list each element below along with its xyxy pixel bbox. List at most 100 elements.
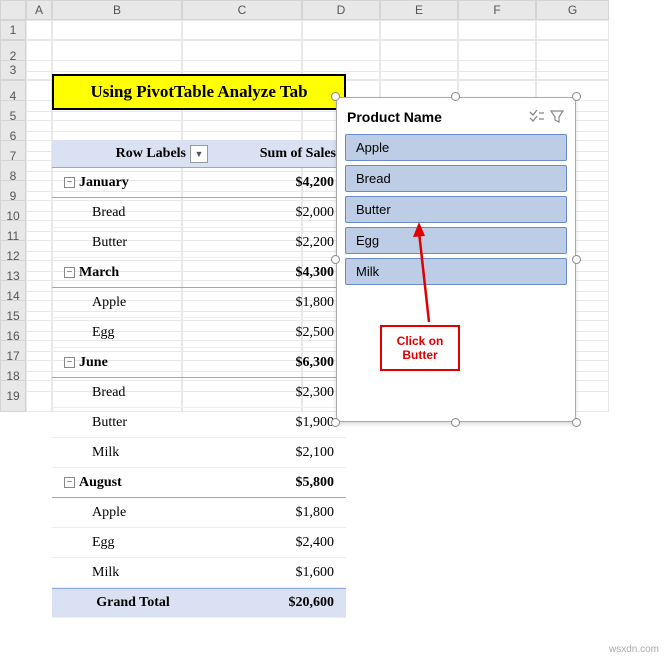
pivot-row[interactable]: Bread $2,300 xyxy=(52,378,346,408)
pivot-label-cell[interactable]: Bread xyxy=(52,205,214,221)
grid-cell[interactable] xyxy=(536,20,609,40)
pivot-table[interactable]: Row Labels ▼ Sum of Sales −January$4,200… xyxy=(52,140,346,618)
pivot-label-cell[interactable]: −June xyxy=(52,355,214,371)
resize-handle-icon[interactable] xyxy=(572,92,581,101)
slicer-item[interactable]: Apple xyxy=(345,134,567,161)
pivot-label-text: Bread xyxy=(92,385,125,401)
grid-cell[interactable] xyxy=(458,20,536,40)
pivot-label-cell[interactable]: Butter xyxy=(52,235,214,251)
grid-cell[interactable] xyxy=(182,20,302,40)
pivot-label-cell[interactable]: Bread xyxy=(52,385,214,401)
pivot-value-cell[interactable]: $4,200 xyxy=(214,175,346,191)
pivot-label-text: Apple xyxy=(92,505,126,521)
pivot-value-cell[interactable]: $1,900 xyxy=(214,415,346,431)
collapse-icon[interactable]: − xyxy=(64,177,75,188)
pivot-value-cell[interactable]: $1,800 xyxy=(214,505,346,521)
row-header[interactable]: 3 xyxy=(0,60,26,80)
pivot-label-cell[interactable]: Egg xyxy=(52,535,214,551)
grid-cell[interactable] xyxy=(380,60,458,80)
pivot-label-text: August xyxy=(79,475,122,491)
pivot-value-cell[interactable]: $6,300 xyxy=(214,355,346,371)
pivot-value-cell[interactable]: $2,100 xyxy=(214,445,346,461)
pivot-row[interactable]: −March$4,300 xyxy=(52,258,346,288)
row-labels-header: Row Labels ▼ xyxy=(52,140,214,167)
pivot-row[interactable]: Apple$1,800 xyxy=(52,288,346,318)
slicer-item[interactable]: Milk xyxy=(345,258,567,285)
pivot-row[interactable]: Milk$2,100 xyxy=(52,438,346,468)
pivot-value-cell[interactable]: $2,500 xyxy=(214,325,346,341)
pivot-label-cell[interactable]: −August xyxy=(52,475,214,491)
pivot-label-cell[interactable]: −March xyxy=(52,265,214,281)
pivot-value-cell[interactable]: $2,000 xyxy=(214,205,346,221)
pivot-value-cell[interactable]: $2,300 xyxy=(214,385,346,401)
pivot-value-cell[interactable]: $20,600 xyxy=(214,595,346,611)
row-header[interactable]: 1 xyxy=(0,20,26,40)
pivot-label-cell[interactable]: Milk xyxy=(52,445,214,461)
resize-handle-icon[interactable] xyxy=(331,255,340,264)
grid-cell[interactable] xyxy=(52,20,182,40)
multi-select-icon[interactable] xyxy=(527,110,547,124)
column-header[interactable] xyxy=(0,0,26,20)
pivot-label-text: June xyxy=(79,355,108,371)
pivot-row[interactable]: Bread$2,000 xyxy=(52,198,346,228)
pivot-row[interactable]: Egg$2,500 xyxy=(52,318,346,348)
pivot-value-cell[interactable]: $4,300 xyxy=(214,265,346,281)
pivot-value-cell[interactable]: $1,800 xyxy=(214,295,346,311)
pivot-row[interactable]: Butter $1,900 xyxy=(52,408,346,438)
pivot-row[interactable]: −January$4,200 xyxy=(52,168,346,198)
column-header[interactable]: A xyxy=(26,0,52,20)
filter-dropdown-icon[interactable]: ▼ xyxy=(190,145,208,163)
pivot-row[interactable]: −August$5,800 xyxy=(52,468,346,498)
grid-cell[interactable] xyxy=(302,20,380,40)
pivot-row[interactable]: Milk$1,600 xyxy=(52,558,346,588)
pivot-label-cell[interactable]: Butter xyxy=(52,415,214,431)
resize-handle-icon[interactable] xyxy=(572,418,581,427)
column-header[interactable]: C xyxy=(182,0,302,20)
slicer-item[interactable]: Egg xyxy=(345,227,567,254)
pivot-label-cell[interactable]: Egg xyxy=(52,325,214,341)
resize-handle-icon[interactable] xyxy=(331,92,340,101)
pivot-value-cell[interactable]: $2,200 xyxy=(214,235,346,251)
column-header[interactable]: G xyxy=(536,0,609,20)
row-header[interactable]: 19 xyxy=(0,380,26,412)
pivot-label-cell[interactable]: Grand Total xyxy=(52,595,214,611)
pivot-value-cell[interactable]: $2,400 xyxy=(214,535,346,551)
column-header[interactable]: E xyxy=(380,0,458,20)
resize-handle-icon[interactable] xyxy=(572,255,581,264)
grid-cell[interactable] xyxy=(380,20,458,40)
column-header[interactable]: D xyxy=(302,0,380,20)
pivot-label-text: Butter xyxy=(92,415,127,431)
callout-box: Click on Butter xyxy=(380,325,460,371)
column-header[interactable]: F xyxy=(458,0,536,20)
resize-handle-icon[interactable] xyxy=(451,92,460,101)
grid-cell[interactable] xyxy=(458,60,536,80)
pivot-row[interactable]: −June$6,300 xyxy=(52,348,346,378)
pivot-row[interactable]: Egg$2,400 xyxy=(52,528,346,558)
resize-handle-icon[interactable] xyxy=(331,418,340,427)
grid-cell[interactable] xyxy=(536,60,609,80)
collapse-icon[interactable]: − xyxy=(64,477,75,488)
pivot-label-cell[interactable]: Apple xyxy=(52,505,214,521)
pivot-label-cell[interactable]: Milk xyxy=(52,565,214,581)
collapse-icon[interactable]: − xyxy=(64,357,75,368)
pivot-value-cell[interactable]: $5,800 xyxy=(214,475,346,491)
slicer-item[interactable]: Butter xyxy=(345,196,567,223)
pivot-row[interactable]: Grand Total$20,600 xyxy=(52,588,346,618)
pivot-value-cell[interactable]: $1,600 xyxy=(214,565,346,581)
column-header[interactable]: B xyxy=(52,0,182,20)
grid-cell[interactable] xyxy=(26,60,52,80)
resize-handle-icon[interactable] xyxy=(451,418,460,427)
pivot-label-cell[interactable]: Apple xyxy=(52,295,214,311)
pivot-label-cell[interactable]: −January xyxy=(52,175,214,191)
slicer-item[interactable]: Bread xyxy=(345,165,567,192)
pivot-label-text: January xyxy=(79,175,129,191)
grid-cell[interactable] xyxy=(26,20,52,40)
grid-cell[interactable] xyxy=(26,380,52,412)
product-slicer: Product Name AppleBreadButterEggMilk xyxy=(336,97,576,422)
slicer-container[interactable]: Product Name AppleBreadButterEggMilk xyxy=(336,97,576,422)
collapse-icon[interactable]: − xyxy=(64,267,75,278)
pivot-row[interactable]: Apple $1,800 xyxy=(52,498,346,528)
pivot-row[interactable]: Butter$2,200 xyxy=(52,228,346,258)
slicer-items-list: Apple Bread Butter Egg Milk xyxy=(345,134,567,285)
clear-filter-icon[interactable] xyxy=(547,110,567,124)
